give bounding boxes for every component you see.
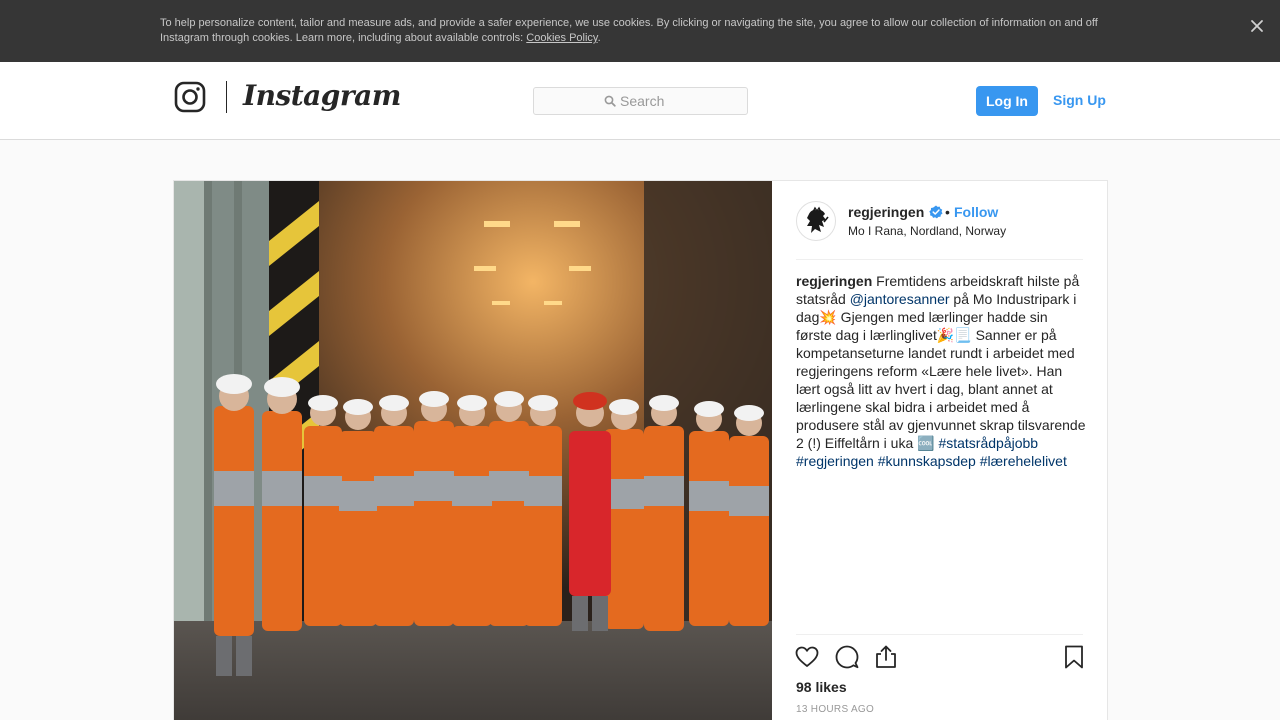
search-input[interactable]: [620, 92, 740, 110]
avatar[interactable]: [796, 201, 836, 241]
search-icon: [604, 95, 616, 107]
log-in-button[interactable]: Log In: [976, 86, 1038, 116]
follow-button[interactable]: Follow: [954, 204, 998, 220]
search-box[interactable]: [533, 87, 748, 115]
cookie-banner: To help personalize content, tailor and …: [0, 0, 1280, 62]
header-divider: [226, 81, 227, 113]
sign-up-link[interactable]: Sign Up: [1053, 92, 1106, 108]
share-icon[interactable]: [873, 644, 899, 670]
bookmark-icon[interactable]: [1061, 644, 1087, 670]
divider: [796, 259, 1083, 260]
cookie-banner-text: To help personalize content, tailor and …: [160, 16, 1120, 46]
post-photo[interactable]: [174, 181, 772, 720]
caption-username[interactable]: regjeringen: [796, 273, 872, 289]
close-icon[interactable]: [1248, 17, 1266, 35]
post-username[interactable]: regjeringen: [848, 204, 924, 220]
cookie-text-body: To help personalize content, tailor and …: [160, 17, 1098, 44]
post-caption: regjeringen Fremtidens arbeidskraft hils…: [796, 272, 1086, 470]
location-link[interactable]: Mo I Rana, Nordland, Norway: [848, 224, 1006, 238]
verified-badge-icon: [929, 205, 943, 219]
cookies-policy-link[interactable]: Cookies Policy: [526, 32, 597, 44]
hashtag-link[interactable]: #regjeringen: [796, 453, 874, 469]
top-nav: Instagram Log In Sign Up: [0, 62, 1280, 140]
divider: [796, 634, 1083, 635]
heart-icon[interactable]: [794, 644, 820, 670]
post-photo-illustration: [174, 181, 772, 720]
post-timestamp: 13 HOURS AGO: [796, 704, 875, 715]
post-sidebar: regjeringen • Follow Mo I Rana, Nordland…: [772, 181, 1107, 720]
hashtag-link[interactable]: #lærehelelivet: [980, 453, 1067, 469]
mention-link[interactable]: @jantoresanner: [850, 291, 950, 307]
likes-count[interactable]: 98 likes: [796, 679, 847, 695]
hashtag-link[interactable]: #statsrådpåjobb: [938, 435, 1038, 451]
separator-dot: •: [945, 204, 950, 220]
instagram-wordmark[interactable]: Instagram: [243, 76, 401, 116]
caption-text-2: på Mo Industripark i dag💥 Gjengen med læ…: [796, 291, 1086, 451]
cookie-text-trailing: .: [597, 32, 601, 44]
lion-crest-icon: [807, 206, 829, 233]
hashtag-link[interactable]: #kunnskapsdep: [878, 453, 976, 469]
comment-icon[interactable]: [834, 644, 860, 670]
post-card: regjeringen • Follow Mo I Rana, Nordland…: [173, 180, 1108, 720]
instagram-camera-icon[interactable]: [174, 81, 206, 113]
